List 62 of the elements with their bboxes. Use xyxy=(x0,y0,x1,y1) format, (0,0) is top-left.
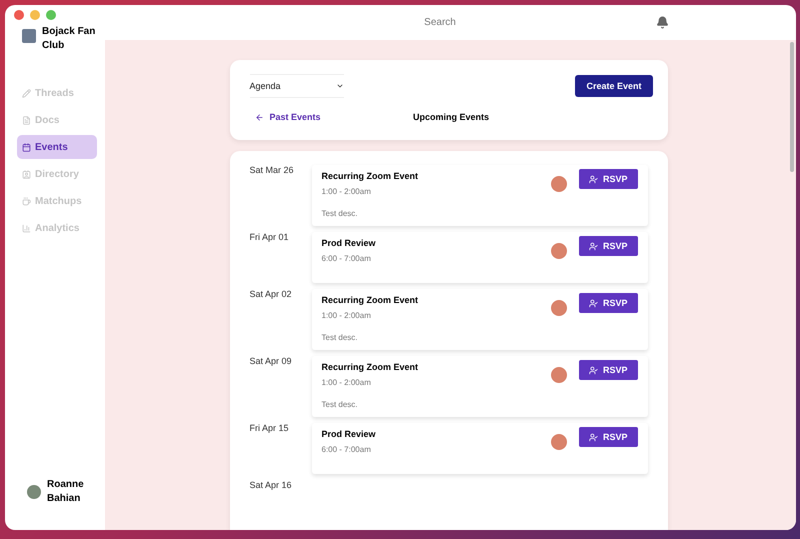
event-title: Recurring Zoom Event xyxy=(322,362,418,372)
host-avatar xyxy=(550,300,567,316)
past-events-link[interactable]: Past Events xyxy=(250,112,321,122)
host-avatar xyxy=(550,176,567,192)
section-heading: Upcoming Events xyxy=(413,112,489,122)
view-select[interactable]: Agenda xyxy=(250,74,344,98)
document-icon xyxy=(22,116,31,124)
user-name: Roanne Bahian xyxy=(47,478,85,506)
user-check-icon xyxy=(588,174,598,184)
event-title: Recurring Zoom Event xyxy=(322,171,418,181)
event-time: 1:00 - 2:00am xyxy=(322,187,372,196)
event-description: Test desc. xyxy=(322,333,359,342)
calendar-icon xyxy=(22,142,31,152)
host-avatar xyxy=(550,243,567,259)
close-icon[interactable] xyxy=(14,10,24,20)
create-event-button[interactable]: Create Event xyxy=(575,75,652,97)
user-check-icon xyxy=(588,366,598,374)
user-check-icon xyxy=(588,242,598,250)
pencil-icon xyxy=(22,88,31,98)
search-field[interactable]: Search xyxy=(338,16,542,29)
host-avatar xyxy=(550,434,567,450)
contact-card-icon xyxy=(22,170,31,178)
user-check-icon xyxy=(588,298,598,308)
event-time: 6:00 - 7:00am xyxy=(322,254,372,263)
event-card[interactable]: Prod Review 6:00 - 7:00am RSVP xyxy=(312,232,648,283)
event-card[interactable]: Recurring Zoom Event 1:00 - 2:00am Test desc. RSVP xyxy=(312,165,648,226)
event-date: Fri Apr 15 xyxy=(250,423,290,435)
bar-chart-icon xyxy=(22,224,31,232)
chevron-down-icon xyxy=(336,82,344,90)
event-title: Prod Review xyxy=(322,429,376,439)
zoom-icon[interactable] xyxy=(46,10,56,20)
event-card[interactable]: Prod Review 6:00 - 7:00am RSVP xyxy=(312,423,648,474)
event-date: Sat Apr 02 xyxy=(250,289,293,301)
event-date: Sat Mar 26 xyxy=(250,165,295,177)
host-avatar xyxy=(550,367,567,383)
event-title: Recurring Zoom Event xyxy=(322,295,418,305)
scrollbar[interactable] xyxy=(790,42,794,172)
event-date: Fri Apr 01 xyxy=(250,232,290,244)
event-date: Sat Apr 09 xyxy=(250,356,293,368)
bell-icon[interactable] xyxy=(656,16,669,29)
minimize-icon[interactable] xyxy=(30,10,40,20)
rsvp-button[interactable]: RSVP xyxy=(578,236,638,256)
rsvp-button[interactable]: RSVP xyxy=(578,169,638,189)
workspace-name: Bojack Fan Club xyxy=(42,25,96,53)
event-description: Test desc. xyxy=(322,400,359,409)
rsvp-button[interactable]: RSVP xyxy=(578,293,638,313)
user-check-icon xyxy=(588,432,598,442)
coffee-cup-icon xyxy=(22,196,31,206)
event-date: Sat Apr 16 xyxy=(250,480,293,490)
rsvp-button[interactable]: RSVP xyxy=(578,427,638,447)
event-time: 6:00 - 7:00am xyxy=(322,445,372,454)
event-card[interactable]: Recurring Zoom Event 1:00 - 2:00am Test desc. RSVP xyxy=(312,356,648,417)
event-card[interactable]: Recurring Zoom Event 1:00 - 2:00am Test desc. RSVP xyxy=(312,289,648,350)
rsvp-button[interactable]: RSVP xyxy=(578,360,638,380)
workspace-avatar xyxy=(22,29,36,43)
event-time: 1:00 - 2:00am xyxy=(322,311,372,320)
sidebar-item[interactable]: Events xyxy=(17,135,97,159)
user-avatar xyxy=(27,485,41,499)
event-description: Test desc. xyxy=(322,209,359,218)
arrow-left-icon xyxy=(254,112,264,122)
event-time: 1:00 - 2:00am xyxy=(322,378,372,387)
event-title: Prod Review xyxy=(322,238,376,248)
